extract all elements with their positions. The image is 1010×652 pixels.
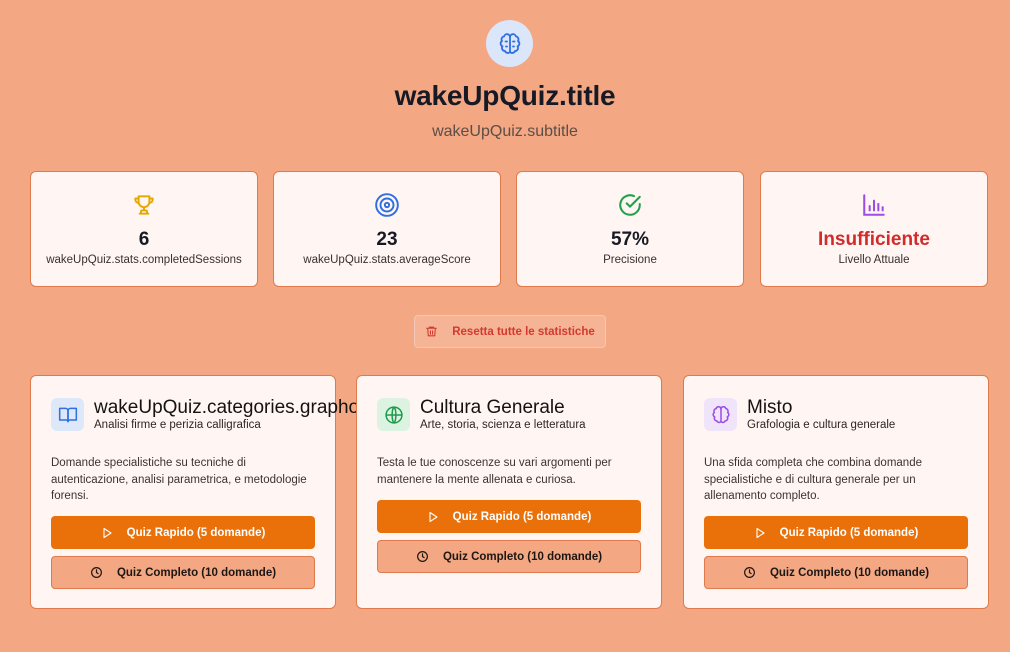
full-quiz-button[interactable]: Quiz Completo (10 domande)	[704, 556, 968, 589]
stat-label: wakeUpQuiz.stats.completedSessions	[46, 254, 242, 266]
quick-quiz-button[interactable]: Quiz Rapido (5 domande)	[51, 516, 315, 549]
page-title: wakeUpQuiz.title	[394, 80, 616, 111]
clock-icon	[416, 551, 428, 562]
category-card-graphology: wakeUpQuiz.categories.graphology Analisi…	[30, 375, 394, 609]
page-subtitle: wakeUpQuiz.subtitle	[432, 123, 578, 140]
full-quiz-label: Quiz Completo (10 domande)	[116, 566, 277, 579]
trash-icon	[426, 326, 438, 337]
category-description: Domande specialistiche su tecniche di au…	[51, 457, 307, 502]
book-icon	[51, 398, 84, 431]
reset-stats-button[interactable]: Resetta tutte le statistiche	[414, 315, 606, 348]
stat-value: 6	[138, 229, 150, 250]
stat-value: Insufficiente	[818, 229, 930, 250]
category-card-general-culture: Cultura Generale Arte, storia, scienza e…	[356, 375, 662, 609]
play-icon	[429, 511, 438, 522]
target-icon	[274, 192, 500, 218]
quick-quiz-label: Quiz Rapido (5 domande)	[452, 510, 592, 523]
stat-card-completed-sessions: 6 wakeUpQuiz.stats.completedSessions	[30, 171, 258, 287]
category-description: Testa le tue conoscenze su vari argoment…	[377, 457, 612, 486]
category-title: wakeUpQuiz.categories.graphology	[94, 397, 394, 418]
category-subtitle: Grafologia e cultura generale	[747, 419, 896, 431]
stat-value: 57%	[610, 229, 650, 250]
full-quiz-button[interactable]: Quiz Completo (10 domande)	[51, 556, 315, 589]
trophy-icon	[31, 192, 257, 218]
full-quiz-button[interactable]: Quiz Completo (10 domande)	[377, 540, 641, 573]
stat-card-average-score: 23 wakeUpQuiz.stats.averageScore	[273, 171, 501, 287]
stat-card-current-level: Insufficiente Livello Attuale	[760, 171, 988, 287]
quick-quiz-button[interactable]: Quiz Rapido (5 domande)	[377, 500, 641, 533]
stat-card-precision: 57% Precisione	[516, 171, 744, 287]
stat-label: wakeUpQuiz.stats.averageScore	[303, 254, 471, 266]
reset-stats-label: Resetta tutte le statistiche	[452, 325, 595, 338]
brain-icon	[486, 20, 533, 67]
full-quiz-label: Quiz Completo (10 domande)	[769, 566, 930, 579]
clock-icon	[743, 567, 755, 578]
stat-label: Livello Attuale	[838, 254, 910, 266]
play-icon	[103, 527, 112, 538]
category-card-mixed: Misto Grafologia e cultura generale Una …	[683, 375, 989, 609]
brain-icon	[704, 398, 737, 431]
bar-chart-icon	[761, 192, 987, 218]
category-subtitle: Arte, storia, scienza e letteratura	[420, 419, 586, 431]
category-title: Cultura Generale	[420, 397, 565, 418]
quick-quiz-label: Quiz Rapido (5 domande)	[126, 526, 266, 539]
clock-icon	[90, 567, 102, 578]
check-circle-icon	[517, 192, 743, 218]
full-quiz-label: Quiz Completo (10 domande)	[442, 550, 603, 563]
quick-quiz-button[interactable]: Quiz Rapido (5 domande)	[704, 516, 968, 549]
stat-label: Precisione	[603, 254, 657, 266]
category-description: Una sfida completa che combina domande s…	[704, 457, 922, 502]
category-title: Misto	[747, 397, 793, 418]
quick-quiz-label: Quiz Rapido (5 domande)	[779, 526, 919, 539]
stat-value: 23	[376, 229, 398, 250]
play-icon	[756, 527, 765, 538]
globe-icon	[377, 398, 410, 431]
category-subtitle: Analisi firme e perizia calligrafica	[94, 419, 261, 431]
